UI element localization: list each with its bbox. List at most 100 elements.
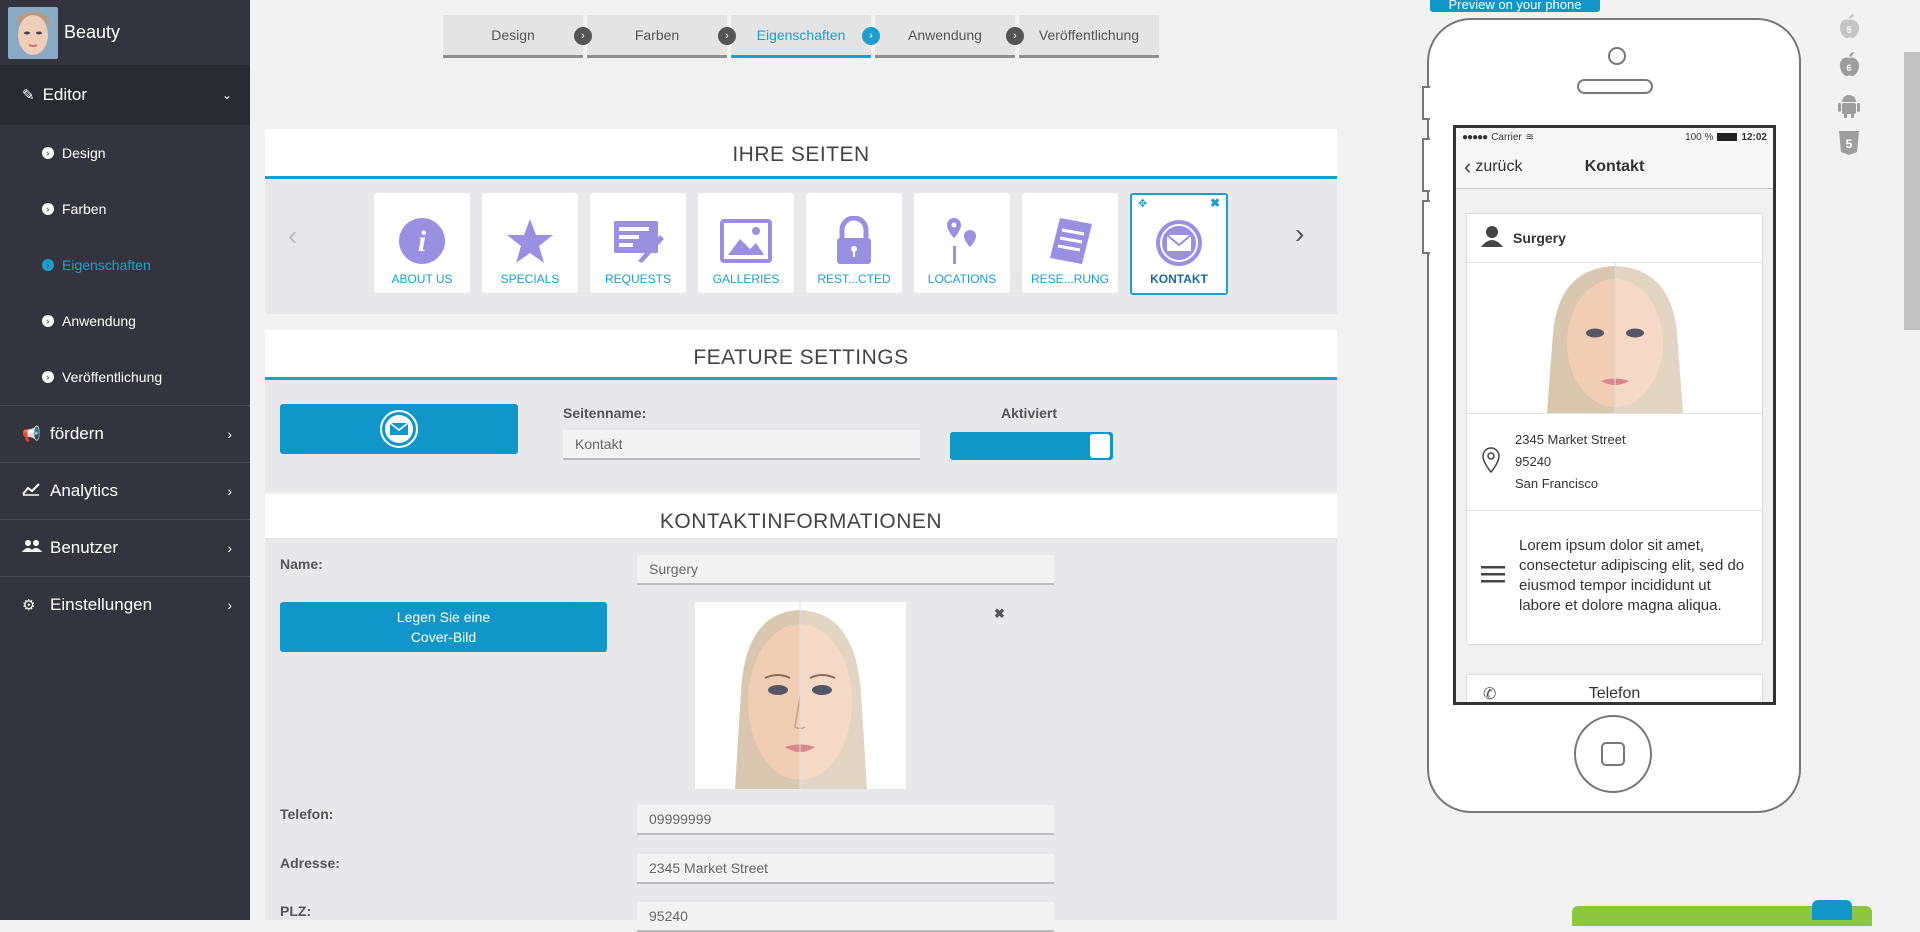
chevron-circle-icon: › [42, 203, 54, 215]
back-chevron-icon[interactable]: ‹ [1464, 154, 1471, 180]
feature-reservierung[interactable]: RESE...RUNG [1022, 193, 1118, 293]
feature-requests[interactable]: REQUESTS [590, 193, 686, 293]
cover-image-button[interactable]: Legen Sie eine Cover-Bild [280, 602, 607, 652]
sidebar-item-label: Analytics [50, 481, 119, 500]
image-icon [698, 211, 794, 271]
users-icon [22, 539, 44, 557]
nav-editor[interactable]: ✎ Editor ⌄ [0, 65, 250, 125]
feature-label: REST...CTED [817, 272, 891, 286]
step-anwendung[interactable]: Anwendung › [875, 15, 1024, 58]
apple-5-icon[interactable]: 5 [1838, 14, 1860, 42]
preview-on-phone-button[interactable]: Preview on your phone [1430, 0, 1600, 12]
phone-status-bar: ●●●●● Carrier ≋ 100 % 12:02 [1456, 128, 1773, 146]
phone-speaker [1577, 79, 1653, 94]
document-list-icon [1022, 211, 1118, 271]
feature-about-us[interactable]: i ABOUT US [374, 193, 470, 293]
activated-toggle[interactable] [950, 432, 1113, 460]
sidebar-item-label: Benutzer [50, 538, 119, 557]
sidebar-item-benutzer[interactable]: Benutzer › [0, 519, 250, 576]
address-line2: 95240 [1515, 454, 1552, 469]
sidebar-item-label: Farben [62, 201, 107, 217]
name-input[interactable]: Surgery [637, 555, 1054, 585]
phone-side-button [1422, 200, 1430, 254]
page-scrollbar[interactable] [1904, 52, 1920, 330]
brand-avatar [8, 6, 58, 59]
sidebar-item-design[interactable]: › Design [0, 125, 250, 181]
wifi-icon: ≋ [1525, 131, 1535, 143]
page-name-input[interactable]: Kontakt [563, 430, 920, 460]
chat-widget-badge[interactable] [1812, 900, 1852, 920]
step-design[interactable]: Design › [443, 15, 592, 58]
page-name-label: Seitenname: [563, 405, 647, 421]
feature-icon-button[interactable] [280, 404, 518, 454]
battery-icon [1717, 133, 1738, 141]
feature-label: GALLERIES [712, 272, 780, 286]
feature-label: SPECIALS [500, 272, 560, 286]
zip-label: PLZ: [280, 903, 312, 919]
feature-label: LOCATIONS [927, 272, 997, 286]
sidebar-item-einstellungen[interactable]: ⚙ Einstellungen › [0, 576, 250, 633]
step-label: Veröffentlichung [1038, 27, 1140, 43]
sidebar-item-foerdern[interactable]: 📢 fördern › [0, 405, 250, 462]
map-pins-icon [914, 211, 1010, 271]
nav-editor-label: Editor [42, 85, 87, 104]
feature-galleries[interactable]: GALLERIES [698, 193, 794, 293]
envelope-icon [1132, 213, 1226, 273]
sidebar-item-veroeffentlichung[interactable]: › Veröffentlichung [0, 349, 250, 405]
step-farben[interactable]: Farben › [587, 15, 736, 58]
svg-text:i: i [418, 225, 427, 258]
feature-kontakt[interactable]: ✥ ✖ KONTAKT [1130, 193, 1228, 295]
sidebar-item-label: Anwendung [62, 313, 136, 329]
name-label: Name: [280, 556, 323, 572]
phone-address-text: 2345 Market Street 95240 San Francisco [1515, 429, 1626, 495]
sidebar-item-label: Einstellungen [50, 595, 153, 614]
brand[interactable]: Beauty [0, 0, 250, 65]
feature-specials[interactable]: SPECIALS [482, 193, 578, 293]
chart-line-icon [22, 482, 44, 500]
feature-label: RESE...RUNG [1030, 272, 1109, 286]
phone-call-label: Telefon [1588, 685, 1641, 702]
remove-image-icon[interactable]: ✖ [994, 606, 1005, 622]
star-icon [482, 211, 578, 271]
chevron-right-icon: › [227, 597, 232, 613]
sidebar-item-eigenschaften[interactable]: › Eigenschaften [0, 237, 250, 293]
feature-label: REQUESTS [604, 272, 671, 286]
back-label[interactable]: zurück [1475, 158, 1522, 176]
chevron-down-icon: ⌄ [221, 88, 232, 102]
apple-6-icon[interactable]: 6 [1838, 52, 1860, 80]
form-edit-icon [590, 211, 686, 271]
step-label: Anwendung [908, 27, 982, 43]
step-veroeffentlichung[interactable]: Veröffentlichung [1019, 15, 1159, 58]
carousel-prev-icon[interactable]: ‹ [288, 220, 297, 252]
sidebar-item-farben[interactable]: › Farben [0, 181, 250, 237]
sidebar-item-label: Veröffentlichung [62, 369, 163, 385]
feature-restricted[interactable]: REST...CTED [806, 193, 902, 293]
zip-input[interactable]: 95240 [637, 902, 1054, 932]
feature-label: KONTAKT [1150, 272, 1208, 286]
sidebar-item-analytics[interactable]: Analytics › [0, 462, 250, 519]
gears-icon: ⚙ [22, 597, 36, 614]
phone-description-row: Lorem ipsum dolor sit amet, consectetur … [1467, 511, 1762, 641]
chevron-circle-icon: › [862, 27, 880, 45]
carousel-next-icon[interactable]: › [1295, 218, 1304, 250]
phone-call-button[interactable]: ✆ Telefon [1466, 674, 1763, 702]
phone-input[interactable]: 09999999 [637, 805, 1054, 835]
sidebar-item-label: Eigenschaften [62, 257, 151, 273]
close-icon[interactable]: ✖ [1210, 196, 1220, 210]
sidebar-item-anwendung[interactable]: › Anwendung [0, 293, 250, 349]
sidebar-item-label: fördern [50, 424, 104, 443]
chevron-circle-icon: › [42, 315, 54, 327]
html5-icon[interactable]: 5 [1838, 130, 1860, 158]
move-icon[interactable]: ✥ [1138, 197, 1147, 210]
android-icon[interactable] [1838, 92, 1860, 120]
phone-home-button[interactable] [1574, 715, 1652, 793]
phone-nav-bar: ‹ zurück Kontakt [1456, 146, 1773, 189]
step-eigenschaften[interactable]: Eigenschaften › [731, 15, 880, 58]
address-line1: 2345 Market Street [1515, 432, 1626, 447]
feature-locations[interactable]: LOCATIONS [914, 193, 1010, 293]
contact-section-title: KONTAKTINFORMATIONEN [265, 494, 1337, 538]
address-input[interactable]: 2345 Market Street [637, 854, 1054, 884]
toggle-knob [1090, 434, 1110, 458]
phone-camera [1608, 47, 1626, 65]
address-label: Adresse: [280, 855, 340, 871]
